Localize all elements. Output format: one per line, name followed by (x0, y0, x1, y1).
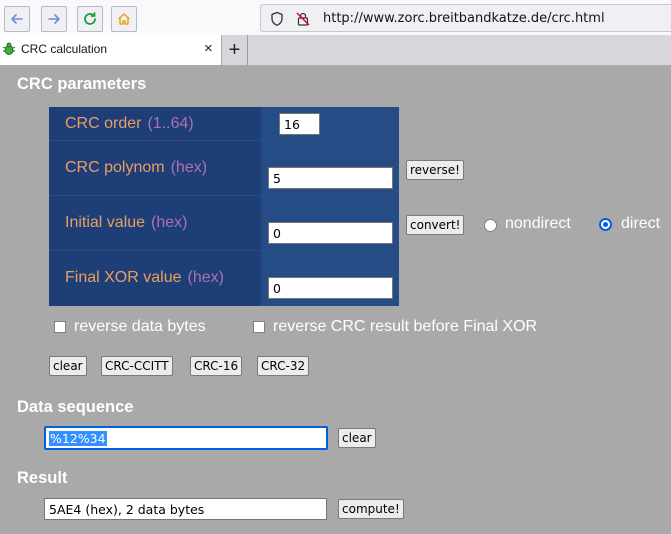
final-xor-input-cell: 0 (262, 251, 399, 306)
insecure-lock-icon[interactable] (295, 11, 311, 27)
initial-value-label: Initial value (hex) (65, 214, 188, 231)
crc-parameters-heading: CRC parameters (17, 75, 147, 93)
arrow-left-icon (11, 14, 23, 24)
bug-favicon-icon (2, 42, 16, 55)
home-button[interactable] (111, 6, 137, 32)
crc-polynom-input-cell: 5 (262, 141, 399, 195)
crc-order-input[interactable]: 16 (279, 113, 320, 135)
back-button[interactable] (4, 6, 30, 32)
crc-order-input-cell: 16 (262, 107, 399, 140)
crc-polynom-input[interactable]: 5 (268, 167, 393, 189)
shield-icon[interactable] (269, 11, 285, 27)
data-sequence-selected-text[interactable]: %12%34 (49, 431, 107, 446)
preset-crc32-button[interactable]: CRC-32 (257, 356, 310, 376)
preset-clear-button[interactable]: clear (49, 356, 87, 376)
data-sequence-input[interactable]: %12%34 (44, 426, 328, 450)
crc-polynom-label: CRC polynom (hex) (65, 159, 208, 176)
forward-button[interactable] (41, 6, 67, 32)
initial-value-input-cell: 0 (262, 196, 399, 250)
tab-title: CRC calculation (21, 42, 108, 56)
crc-parameter-table: CRC order (1..64) 16 CRC polynom (hex) 5 I… (49, 107, 399, 306)
browser-toolbar: http://www.zorc.breitbandkatze.de/crc.ht… (0, 0, 671, 35)
data-clear-button[interactable]: clear (338, 428, 376, 448)
reload-button[interactable] (77, 6, 103, 32)
final-xor-input[interactable]: 0 (268, 277, 393, 299)
reverse-crc-result-label: reverse CRC result before Final XOR (273, 318, 538, 335)
compute-button[interactable]: compute! (338, 499, 404, 519)
result-heading: Result (17, 469, 68, 487)
initial-value-input[interactable]: 0 (268, 222, 393, 244)
reverse-data-bytes-checkbox[interactable] (54, 321, 66, 333)
url-bar[interactable]: http://www.zorc.breitbandkatze.de/crc.ht… (260, 4, 671, 32)
home-icon (117, 13, 131, 25)
data-sequence-heading: Data sequence (17, 398, 134, 416)
tab-close-icon[interactable]: × (204, 41, 213, 57)
arrow-right-icon (48, 14, 60, 24)
reverse-crc-result-checkbox[interactable] (253, 321, 265, 333)
initial-value-label-cell: Initial value (hex) (49, 196, 261, 250)
crc-polynom-label-cell: CRC polynom (hex) (49, 141, 261, 195)
final-xor-label-cell: Final XOR value (hex) (49, 251, 261, 306)
radio-nondirect-label: nondirect (505, 215, 571, 232)
tab-crc-calculation[interactable]: CRC calculation × (0, 35, 222, 65)
result-output[interactable]: 5AE4 (hex), 2 data bytes (44, 498, 327, 520)
crc-order-label-cell: CRC order (1..64) (49, 107, 261, 140)
radio-nondirect[interactable] (484, 219, 497, 232)
radio-direct[interactable] (599, 218, 612, 231)
convert-button[interactable]: convert! (406, 215, 465, 235)
preset-crc-ccitt-button[interactable]: CRC-CCITT (101, 356, 173, 376)
page-content: CRC parameters CRC order (1..64) 16 CRC p… (0, 65, 671, 534)
preset-crc16-button[interactable]: CRC-16 (190, 356, 243, 376)
new-tab-button[interactable]: + (222, 35, 248, 65)
final-xor-label: Final XOR value (hex) (65, 269, 224, 286)
reverse-data-bytes-label: reverse data bytes (74, 318, 206, 335)
radio-direct-label: direct (621, 215, 661, 232)
url-text[interactable]: http://www.zorc.breitbandkatze.de/crc.ht… (323, 11, 605, 26)
tab-strip: CRC calculation × + (0, 35, 671, 65)
reload-icon (84, 12, 96, 25)
reverse-button[interactable]: reverse! (406, 160, 464, 180)
crc-order-label: CRC order (1..64) (65, 115, 194, 132)
